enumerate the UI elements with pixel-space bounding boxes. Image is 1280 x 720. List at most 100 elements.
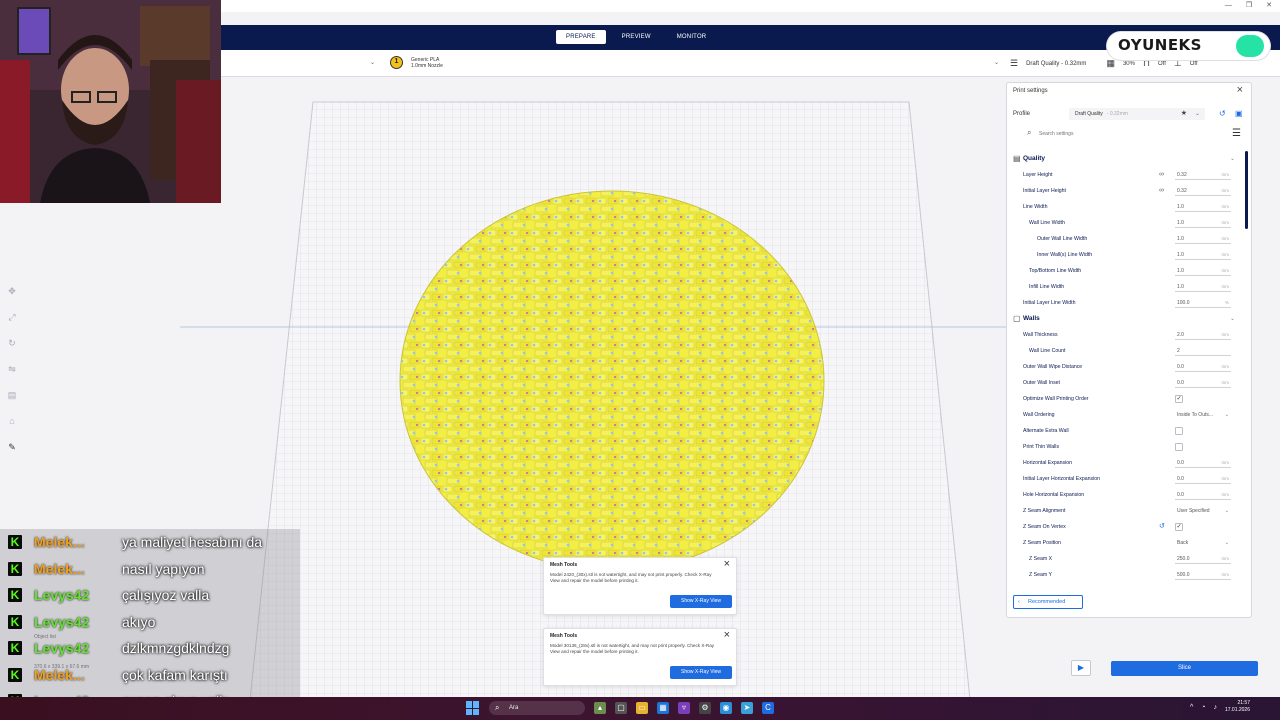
setting-value-field[interactable]: 0.0 mm <box>1175 378 1231 388</box>
settings-visibility-menu-icon[interactable]: ☰ <box>1232 128 1241 139</box>
reset-profile-icon[interactable]: ↺ <box>1219 109 1226 118</box>
maximize-button[interactable]: ❐ <box>1246 0 1252 12</box>
settings-gear-icon[interactable]: ⚙ <box>699 702 711 714</box>
setting-dropdown[interactable]: User Specified ⌄ <box>1175 506 1231 516</box>
volume-icon[interactable]: ♪ <box>1213 704 1217 711</box>
setting-label: Optimize Wall Printing Order <box>1023 396 1089 402</box>
setting-checkbox[interactable]: ✓ <box>1175 395 1183 403</box>
chat-username: Levys42 <box>34 587 90 603</box>
settings-list[interactable]: ▤ Quality ⌄ Layer Height ∞ 0.32 mm Initial Laye… <box>1007 151 1243 587</box>
tab-preview[interactable]: PREVIEW <box>612 30 661 44</box>
walls-icon: ▢ <box>1013 314 1021 323</box>
show-xray-button[interactable]: Show X-Ray View <box>670 595 732 608</box>
proton-vpn-icon[interactable]: ▿ <box>678 702 690 714</box>
setting-value-field[interactable]: 1.0 mm <box>1175 282 1231 292</box>
tray-chevron-icon[interactable]: ^ <box>1190 704 1193 711</box>
rotate-tool-icon[interactable]: ↻ <box>4 337 20 350</box>
preview-play-button[interactable]: ▶ <box>1071 660 1091 676</box>
support-blocker-icon[interactable]: ⌂ <box>4 415 20 428</box>
task-view-icon[interactable]: ▢ <box>615 702 627 714</box>
close-window-button[interactable]: ✕ <box>1266 0 1272 12</box>
mirror-tool-icon[interactable]: ⇋ <box>4 363 20 376</box>
wifi-icon[interactable]: ◔ <box>1201 704 1205 711</box>
settings-scrollbar[interactable] <box>1245 151 1248 229</box>
setting-value-field[interactable]: 1.0 mm <box>1175 202 1231 212</box>
setting-value-field[interactable]: 0.0 mm <box>1175 458 1231 468</box>
toast-close-icon[interactable]: × <box>724 558 730 570</box>
chevron-down-icon: ⌄ <box>1224 540 1229 546</box>
clock[interactable]: 21:57 17.01.2026 <box>1225 700 1250 714</box>
setting-value-field[interactable]: 500.0 mm <box>1175 570 1231 580</box>
setting-value-field[interactable]: 1.0 mm <box>1175 250 1231 260</box>
measure-tool-icon[interactable]: ✎ <box>4 441 20 454</box>
setting-value-field[interactable]: 0.0 mm <box>1175 474 1231 484</box>
widget-icon[interactable]: ▴ <box>594 702 606 714</box>
category-walls[interactable]: ▢ Walls ⌄ <box>1007 311 1243 327</box>
taskbar-search[interactable]: ⌕ Ara <box>489 701 585 715</box>
minimize-button[interactable]: — <box>1225 0 1232 12</box>
scale-tool-icon[interactable]: ⤢ <box>4 311 20 324</box>
toast-close-icon[interactable]: × <box>724 629 730 641</box>
profile-dropdown[interactable]: Draft Quality - 0.32mm ★ ⌄ <box>1069 108 1205 120</box>
material-extruder-icon[interactable]: 1 <box>390 56 403 69</box>
setting-label: Layer Height <box>1023 172 1053 178</box>
move-tool-icon[interactable]: ✥ <box>4 285 20 298</box>
per-model-settings-icon[interactable]: ▤ <box>4 389 20 402</box>
setting-checkbox[interactable] <box>1175 427 1183 435</box>
reset-icon[interactable]: ↺ <box>1159 519 1165 535</box>
slice-button[interactable]: Slice <box>1111 661 1258 676</box>
material-selector[interactable]: Generic PLA 1.0mm Nozzle <box>411 57 443 69</box>
setting-value-field[interactable]: 0.0 mm <box>1175 362 1231 372</box>
file-explorer-icon[interactable]: ▭ <box>636 702 648 714</box>
tab-monitor[interactable]: MONITOR <box>667 30 717 44</box>
setting-checkbox[interactable] <box>1175 443 1183 451</box>
setting-label: Print Thin Walls <box>1023 444 1060 450</box>
chat-text: akıyo <box>122 613 156 630</box>
show-xray-button[interactable]: Show X-Ray View <box>670 666 732 679</box>
setting-dropdown[interactable]: Back ⌄ <box>1175 538 1231 548</box>
chat-message: K Melek... ya maliyet hesabını da <box>8 529 262 555</box>
setting-row: Z Seam Y 500.0 mm <box>1007 567 1243 583</box>
setting-row: Initial Layer Line Width 100.0% <box>1007 295 1243 311</box>
link-icon[interactable]: ∞ <box>1159 167 1164 183</box>
setting-value-field[interactable]: 250.0 mm <box>1175 554 1231 564</box>
tab-prepare[interactable]: PREPARE <box>556 30 606 44</box>
save-profile-icon[interactable]: ▣ <box>1235 109 1243 118</box>
setting-value-field[interactable]: 1.0 mm <box>1175 234 1231 244</box>
setting-value-field[interactable]: 0.32 mm <box>1175 170 1231 180</box>
chevron-down-icon: ⌄ <box>1229 316 1235 322</box>
start-button-icon[interactable] <box>466 701 480 715</box>
model-cluster[interactable] <box>398 181 826 581</box>
setting-value-field[interactable]: 2.0 mm <box>1175 330 1231 340</box>
settings-search-input[interactable] <box>1039 129 1219 139</box>
calendar-app-icon[interactable]: ▦ <box>657 702 669 714</box>
setting-value-field[interactable]: 0.0 mm <box>1175 490 1231 500</box>
panel-close-icon[interactable]: × <box>1237 84 1243 96</box>
edge-browser-icon[interactable]: ◉ <box>720 702 732 714</box>
setting-value-field[interactable]: 2 <box>1175 346 1231 356</box>
setting-label: Z Seam X <box>1029 556 1053 562</box>
star-icon[interactable]: ★ <box>1181 108 1187 120</box>
setting-value-field[interactable]: 0.32 mm <box>1175 186 1231 196</box>
setting-row: Alternate Extra Wall <box>1007 423 1243 439</box>
cura-app-icon[interactable]: C <box>762 702 774 714</box>
chevron-down-icon: ⌄ <box>1224 412 1229 418</box>
chevron-left-icon: ‹ <box>1018 599 1020 605</box>
printer-chevron-icon[interactable]: ⌄ <box>370 59 375 66</box>
system-tray: ^ ◔ ♪ 21:57 17.01.2026 <box>1190 700 1250 714</box>
recommended-button[interactable]: ‹ Recommended <box>1013 595 1083 609</box>
category-quality[interactable]: ▤ Quality ⌄ <box>1007 151 1243 167</box>
setting-row: Outer Wall Line Width 1.0 mm <box>1007 231 1243 247</box>
setting-value-field[interactable]: 1.0 mm <box>1175 218 1231 228</box>
panel-title: Print settings <box>1013 88 1048 94</box>
telegram-icon[interactable]: ➤ <box>741 702 753 714</box>
windows-taskbar: ⌕ Ara ▴ ▢ ▭ ▦ ▿ ⚙ ◉ ➤ C ^ ◔ ♪ 21:57 17.0… <box>0 697 1280 720</box>
setting-checkbox[interactable]: ✓ <box>1175 523 1183 531</box>
setting-dropdown[interactable]: Inside To Outs... ⌄ <box>1175 410 1231 420</box>
link-icon[interactable]: ∞ <box>1159 183 1164 199</box>
setting-value-field[interactable]: 1.0 mm <box>1175 266 1231 276</box>
material-chevron-icon[interactable]: ⌄ <box>994 59 999 66</box>
infill-icon: ▦ <box>1106 58 1115 68</box>
setting-value-field[interactable]: 100.0% <box>1175 298 1231 308</box>
profile-label: Profile <box>1013 111 1031 117</box>
